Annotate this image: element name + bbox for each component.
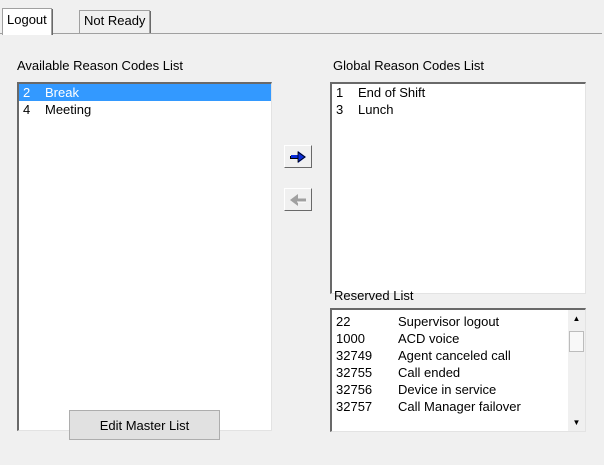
button-label: Edit Master List [99, 417, 190, 433]
reserved-list-label: Reserved List [334, 288, 414, 303]
item-desc: Device in service [398, 382, 497, 397]
global-list-label: Global Reason Codes List [333, 58, 485, 73]
tab-label: Not Ready [84, 13, 146, 28]
arrow-right-icon [290, 150, 306, 163]
item-code: 32757 [336, 399, 373, 414]
item-code: 4 [23, 102, 31, 117]
item-code: 32755 [336, 365, 373, 380]
tab-not-ready[interactable]: Not Ready [79, 10, 152, 34]
reserved-list[interactable]: 22 Supervisor logout 1000 ACD voice 3274… [330, 308, 586, 432]
tab-strip: Not Ready Logout [0, 0, 604, 35]
item-code: 32756 [336, 382, 373, 397]
scroll-thumb[interactable] [569, 331, 584, 352]
item-desc: End of Shift [358, 85, 426, 100]
item-desc: Call Manager failover [398, 399, 521, 414]
tab-logout[interactable]: Logout [2, 8, 53, 35]
list-item[interactable]: 2 Break [19, 84, 271, 101]
item-desc: Call ended [398, 365, 461, 380]
available-reason-codes-list[interactable]: 2 Break 4 Meeting [17, 82, 272, 431]
tab-shadow [150, 11, 152, 34]
arrow-left-icon [290, 193, 306, 206]
item-code: 1000 [336, 331, 365, 346]
scroll-up-icon[interactable]: ▲ [568, 310, 585, 327]
list-item[interactable]: 32749 Agent canceled call [332, 347, 568, 364]
list-item[interactable]: 32755 Call ended [332, 364, 568, 381]
list-item[interactable]: 22 Supervisor logout [332, 313, 568, 330]
item-desc: Agent canceled call [398, 348, 511, 363]
list-item[interactable]: 32756 Device in service [332, 381, 568, 398]
tab-panel: Available Reason Codes List 2 Break 4 Me… [0, 33, 602, 465]
item-code: 3 [336, 102, 344, 117]
available-list-label: Available Reason Codes List [17, 58, 183, 73]
item-desc: Meeting [45, 102, 92, 117]
list-item[interactable]: 32757 Call Manager failover [332, 398, 568, 415]
list-item[interactable]: 1000 ACD voice [332, 330, 568, 347]
tab-shadow [51, 9, 53, 35]
item-code: 1 [336, 85, 344, 100]
item-desc: Break [45, 85, 79, 100]
move-right-button[interactable] [284, 145, 312, 168]
item-code: 2 [23, 85, 31, 100]
scroll-down-icon[interactable]: ▼ [568, 414, 585, 431]
move-left-button[interactable] [284, 188, 312, 211]
item-code: 32749 [336, 348, 373, 363]
item-desc: Supervisor logout [398, 314, 500, 329]
list-item[interactable]: 1 End of Shift [332, 84, 585, 101]
item-desc: Lunch [358, 102, 394, 117]
global-reason-codes-list[interactable]: 1 End of Shift 3 Lunch [330, 82, 586, 294]
edit-master-list-button[interactable]: Edit Master List [69, 410, 220, 440]
list-item[interactable]: 3 Lunch [332, 101, 585, 118]
item-desc: ACD voice [398, 331, 460, 346]
reserved-list-scrollbar[interactable]: ▲ ▼ [568, 310, 585, 431]
tab-label: Logout [7, 12, 47, 27]
list-item[interactable]: 4 Meeting [19, 101, 271, 118]
item-code: 22 [336, 314, 351, 329]
